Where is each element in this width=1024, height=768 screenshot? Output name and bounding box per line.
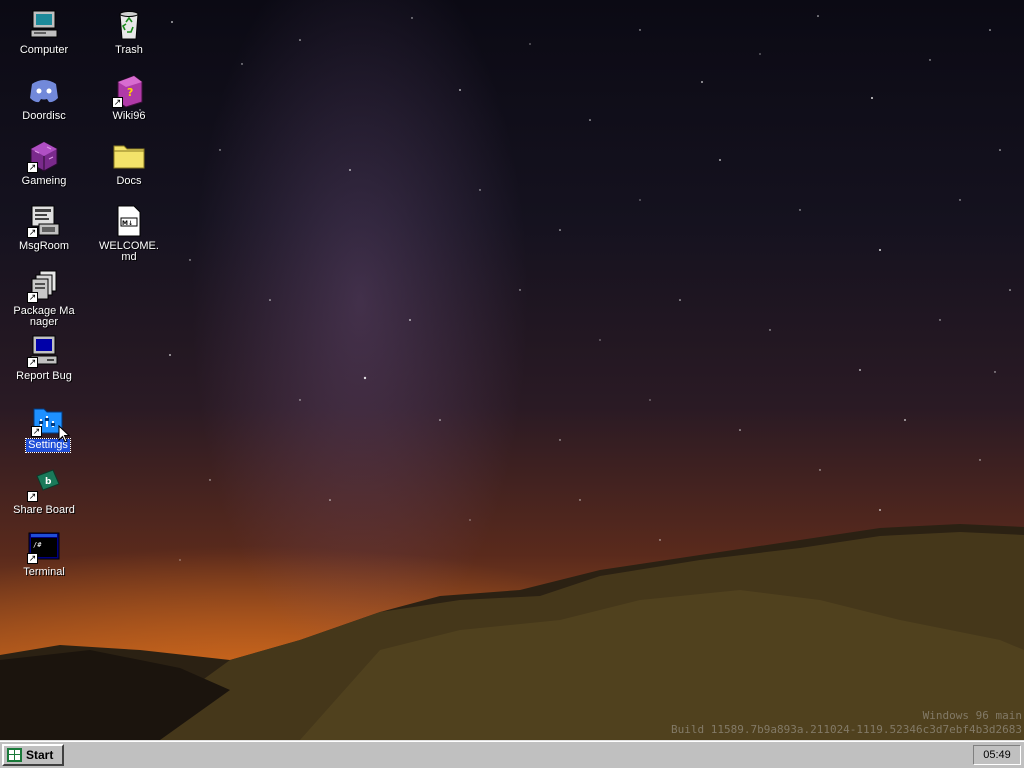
shortcut-arrow-icon: ↗ bbox=[27, 227, 38, 238]
icon-label: Share Board bbox=[13, 504, 75, 516]
desktop-icon-trash[interactable]: Trash bbox=[87, 8, 171, 57]
markdown-file-icon: M↓ bbox=[112, 204, 146, 238]
desktop-icon-terminal[interactable]: /# ↗ Terminal bbox=[2, 530, 86, 579]
icon-label: WELCOME.md bbox=[99, 240, 159, 263]
icon-label: Terminal bbox=[23, 566, 65, 578]
mouse-cursor-icon bbox=[58, 425, 71, 443]
icon-label: Gameing bbox=[21, 175, 67, 187]
desktop-icon-welcome-md[interactable]: M↓ WELCOME.md bbox=[87, 204, 171, 264]
icon-label: Wiki96 bbox=[112, 110, 146, 122]
icon-label: Trash bbox=[115, 44, 143, 56]
taskbar: Start 05:49 bbox=[0, 740, 1024, 768]
icon-label: Docs bbox=[116, 175, 142, 187]
desktop-icon-docs[interactable]: Docs bbox=[87, 139, 171, 188]
icon-label: Package Manager bbox=[13, 305, 75, 328]
build-number-watermark: Build 11589.7b9a893a.211024-1119.52346c3… bbox=[671, 723, 1022, 736]
desktop-icon-report-bug[interactable]: ↗ Report Bug bbox=[2, 334, 86, 383]
desktop-icon-doordisc[interactable]: Doordisc bbox=[2, 74, 86, 123]
folder-icon bbox=[112, 139, 146, 173]
package-manager-icon: ↗ bbox=[27, 269, 61, 303]
desktop-icon-package-manager[interactable]: ↗ Package Manager bbox=[2, 269, 86, 329]
svg-text:M↓: M↓ bbox=[122, 220, 133, 227]
shortcut-arrow-icon: ↗ bbox=[27, 491, 38, 502]
chat-computer-icon: ↗ bbox=[27, 204, 61, 238]
start-logo-icon bbox=[7, 748, 22, 762]
clock-text: 05:49 bbox=[983, 749, 1011, 761]
icon-label: MsgRoom bbox=[18, 240, 70, 252]
desktop-icon-share-board[interactable]: b ↗ Share Board bbox=[2, 468, 86, 517]
start-label: Start bbox=[26, 748, 54, 762]
svg-text:/#: /# bbox=[33, 541, 42, 549]
desktop-icon-computer[interactable]: Computer bbox=[2, 8, 86, 57]
recycle-bin-icon bbox=[112, 8, 146, 42]
start-button[interactable]: Start bbox=[2, 744, 64, 766]
discord-icon bbox=[27, 74, 61, 108]
computer-icon bbox=[27, 8, 61, 42]
desktop-icon-gameing[interactable]: ↗ Gameing bbox=[2, 139, 86, 188]
os-name-watermark: Windows 96 main bbox=[922, 709, 1022, 722]
icon-label: Doordisc bbox=[22, 110, 66, 122]
shortcut-arrow-icon: ↗ bbox=[31, 426, 42, 437]
desktop-icon-msgroom[interactable]: ↗ MsgRoom bbox=[2, 204, 86, 253]
desktop-icon-wiki96[interactable]: ? ↗ Wiki96 bbox=[87, 74, 171, 123]
shortcut-arrow-icon: ↗ bbox=[27, 357, 38, 368]
bug-report-computer-icon: ↗ bbox=[27, 334, 61, 368]
desktop[interactable]: Windows 96 main Build 11589.7b9a893a.211… bbox=[0, 0, 1024, 740]
system-tray-clock[interactable]: 05:49 bbox=[973, 745, 1021, 765]
desktop-icon-settings[interactable]: ↗ Settings bbox=[6, 403, 90, 453]
shortcut-arrow-icon: ↗ bbox=[27, 553, 38, 564]
icon-label: Report Bug bbox=[16, 370, 72, 382]
terminal-icon: /# ↗ bbox=[27, 530, 61, 564]
share-board-icon: b ↗ bbox=[27, 468, 61, 502]
icon-label: Computer bbox=[19, 44, 69, 56]
game-cube-icon: ↗ bbox=[27, 139, 61, 173]
svg-text:b: b bbox=[45, 477, 52, 487]
shortcut-arrow-icon: ↗ bbox=[27, 162, 38, 173]
help-book-icon: ? ↗ bbox=[112, 74, 146, 108]
svg-text:?: ? bbox=[127, 86, 133, 99]
shortcut-arrow-icon: ↗ bbox=[112, 97, 123, 108]
shortcut-arrow-icon: ↗ bbox=[27, 292, 38, 303]
